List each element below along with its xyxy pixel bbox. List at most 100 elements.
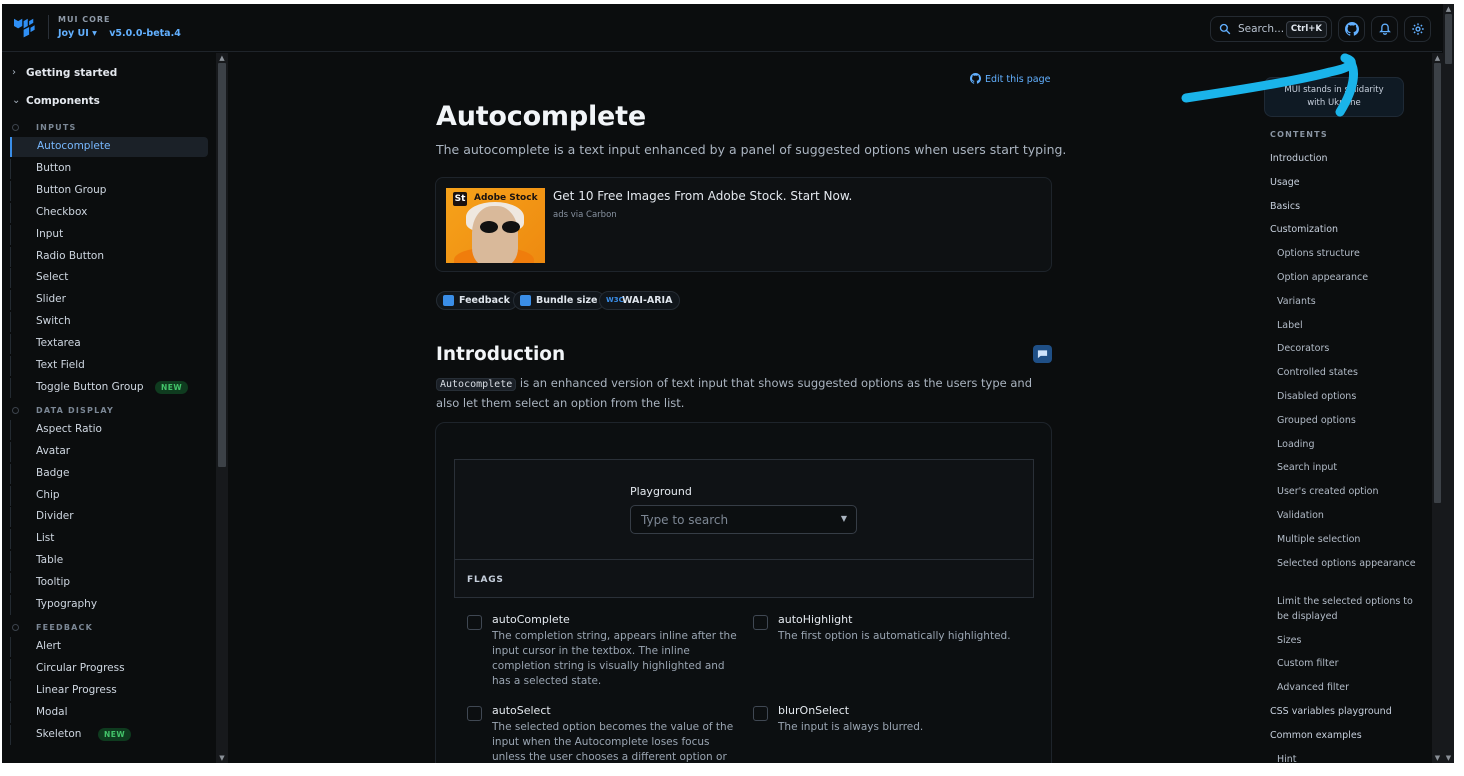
feedback-chip[interactable]: Feedback — [436, 291, 518, 310]
mui-logo-icon[interactable] — [12, 16, 38, 38]
ad-title[interactable]: Get 10 Free Images From Adobe Stock. Sta… — [553, 189, 852, 203]
toc-link[interactable]: Usage — [1270, 175, 1420, 190]
sidebar-item-tooltip[interactable]: Tooltip — [10, 573, 208, 594]
toc-link[interactable]: Selected options appearance — [1277, 556, 1417, 571]
scrollbar-thumb[interactable] — [218, 63, 226, 467]
toc-link[interactable]: CSS variables playground — [1270, 704, 1420, 719]
sidebar-item-toggle-button-group[interactable]: Toggle Button Group NEW — [10, 377, 208, 398]
search-label: Search... — [1238, 23, 1285, 35]
sidebar-item-aspect-ratio[interactable]: Aspect Ratio — [10, 419, 208, 440]
sidebar-item-divider[interactable]: Divider — [10, 507, 208, 528]
toc-link[interactable]: Advanced filter — [1277, 680, 1417, 695]
sidebar-item-modal[interactable]: Modal — [10, 702, 208, 723]
sidebar-item-textarea[interactable]: Textarea — [10, 334, 208, 355]
scroll-up-arrow-icon[interactable]: ▲ — [1432, 53, 1443, 63]
sidebar-item-slider[interactable]: Slider — [10, 290, 208, 311]
sidebar-item-badge[interactable]: Badge — [10, 463, 208, 484]
search-icon — [1219, 23, 1231, 35]
sidebar-item-switch[interactable]: Switch — [10, 312, 208, 333]
screen-border — [0, 763, 1464, 776]
sidebar-item-alert[interactable]: Alert — [10, 636, 208, 657]
toc-link[interactable]: Decorators — [1277, 341, 1417, 356]
checkbox[interactable] — [753, 706, 768, 721]
sidebar-item-text-field[interactable]: Text Field — [10, 356, 208, 376]
toc-link[interactable]: Variants — [1277, 294, 1417, 309]
window-scrollbar[interactable]: ▲ ▼ — [1443, 4, 1454, 763]
notifications-button[interactable] — [1371, 16, 1398, 42]
product-switcher[interactable]: MUI CORE Joy UI ▾ v5.0.0-beta.4 — [48, 15, 181, 39]
toc-link[interactable]: Search input — [1277, 460, 1417, 475]
sidebar-item-circular-progress[interactable]: Circular Progress — [10, 658, 208, 679]
sidebar-item-input[interactable]: Input — [10, 224, 208, 245]
toc-link[interactable]: Options structure — [1277, 246, 1417, 261]
toc-link[interactable]: Grouped options — [1277, 413, 1417, 428]
scrollbar-thumb[interactable] — [1434, 63, 1441, 503]
toc-link[interactable]: Hint — [1277, 752, 1417, 763]
main-scrollbar[interactable]: ▲ ▼ — [1432, 53, 1443, 763]
version-selector[interactable]: v5.0.0-beta.4 — [109, 28, 181, 39]
inline-code: Autocomplete — [436, 378, 517, 391]
ad-image[interactable]: St Adobe Stock — [446, 188, 545, 263]
sidebar-item-linear-progress[interactable]: Linear Progress — [10, 680, 208, 701]
chevron-down-icon[interactable]: ▾ — [92, 28, 97, 39]
toc-link[interactable]: Controlled states — [1277, 365, 1417, 380]
checkbox[interactable] — [753, 615, 768, 630]
github-button[interactable] — [1338, 16, 1365, 42]
checkbox[interactable] — [467, 615, 482, 630]
toc-link[interactable]: Common examples — [1270, 728, 1420, 743]
checkbox[interactable] — [467, 706, 482, 721]
sidebar-item-select[interactable]: Select — [10, 268, 208, 289]
scroll-down-arrow-icon[interactable]: ▼ — [1443, 753, 1454, 763]
sidebar-item-table[interactable]: Table — [10, 551, 208, 572]
sidebar-item-label: Getting started — [26, 67, 118, 79]
wai-aria-chip[interactable]: W3C WAI-ARIA — [599, 291, 681, 310]
settings-button[interactable] — [1404, 16, 1431, 42]
sidebar-item-skeleton[interactable]: Skeleton NEW — [10, 724, 208, 745]
scrollbar-thumb[interactable] — [1445, 14, 1452, 64]
sidebar-item-label: Button Group — [36, 183, 107, 196]
toc-link[interactable]: Disabled options — [1277, 389, 1417, 404]
sidebar-item-list[interactable]: List — [10, 529, 208, 550]
toc-link[interactable]: Customization — [1270, 222, 1420, 237]
flag-description: The first option is automatically highli… — [778, 630, 1011, 642]
sidebar-item-typography[interactable]: Typography — [10, 595, 208, 615]
sidebar-item-button-group[interactable]: Button Group — [10, 180, 208, 201]
toc-link[interactable]: Custom filter — [1277, 656, 1417, 671]
bundle-size-chip[interactable]: Bundle size — [513, 291, 606, 310]
toc-link[interactable]: Validation — [1277, 508, 1417, 523]
sidebar-item-radio-button[interactable]: Radio Button — [10, 246, 208, 267]
sidebar-item-checkbox[interactable]: Checkbox — [10, 202, 208, 223]
ad-brand: Adobe Stock — [474, 193, 538, 203]
sidebar-item-label: Chip — [36, 488, 60, 501]
dropdown-arrow-icon[interactable]: ▼ — [841, 514, 847, 523]
sidebar-scrollbar[interactable]: ▲ ▼ — [216, 53, 228, 763]
toc-link[interactable]: Introduction — [1270, 151, 1420, 166]
screen-border — [0, 0, 1464, 4]
copy-link-button[interactable] — [1033, 345, 1052, 363]
sidebar-item-button[interactable]: Button — [10, 158, 208, 179]
sidebar: › Getting started ⌄ Components INPUTS Aut… — [2, 53, 216, 763]
scroll-up-arrow-icon[interactable]: ▲ — [216, 53, 228, 63]
edit-page-link[interactable]: Edit this page — [970, 73, 1051, 85]
ad-via[interactable]: ads via Carbon — [553, 210, 617, 220]
toc-link[interactable]: User's created option — [1277, 484, 1417, 499]
toc-link[interactable]: Sizes — [1277, 633, 1417, 648]
sidebar-item-autocomplete[interactable]: Autocomplete — [10, 137, 208, 157]
toc-link[interactable]: Multiple selection — [1277, 532, 1417, 547]
sidebar-item-avatar[interactable]: Avatar — [10, 441, 208, 462]
search-button[interactable]: Search... Ctrl+K — [1210, 16, 1332, 42]
section-title: DATA DISPLAY — [36, 405, 114, 415]
sidebar-item-chip[interactable]: Chip — [10, 485, 208, 506]
toc-link[interactable]: Limit the selected options to be display… — [1277, 594, 1417, 624]
scroll-down-arrow-icon[interactable]: ▼ — [1432, 753, 1443, 763]
product-name[interactable]: Joy UI — [58, 28, 89, 39]
gear-icon — [1412, 23, 1424, 35]
scroll-down-arrow-icon[interactable]: ▼ — [216, 753, 228, 763]
toc-link[interactable]: Label — [1277, 318, 1417, 333]
toc-link[interactable]: Option appearance — [1277, 270, 1417, 285]
playground-autocomplete-input[interactable]: Type to search ▼ — [630, 505, 857, 534]
toc-link[interactable]: Loading — [1277, 437, 1417, 452]
carbon-ad[interactable]: St Adobe Stock Get 10 Free Images From A… — [435, 177, 1052, 272]
toc-link[interactable]: Basics — [1270, 199, 1420, 214]
scroll-up-arrow-icon[interactable]: ▲ — [1443, 4, 1454, 14]
